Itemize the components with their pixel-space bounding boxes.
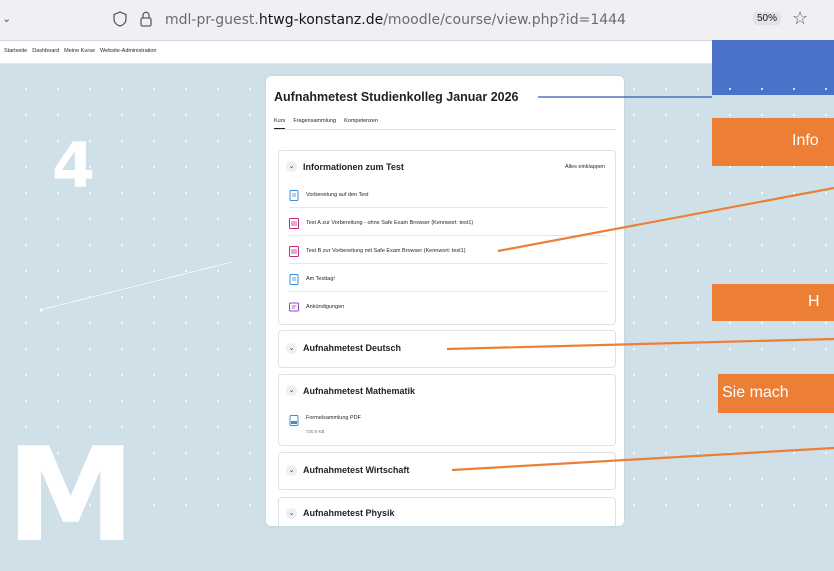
connector-line-orange [451, 446, 834, 472]
connector-line-orange [497, 186, 834, 253]
annotation-connectors [446, 96, 834, 472]
connector-line-orange [446, 337, 834, 351]
